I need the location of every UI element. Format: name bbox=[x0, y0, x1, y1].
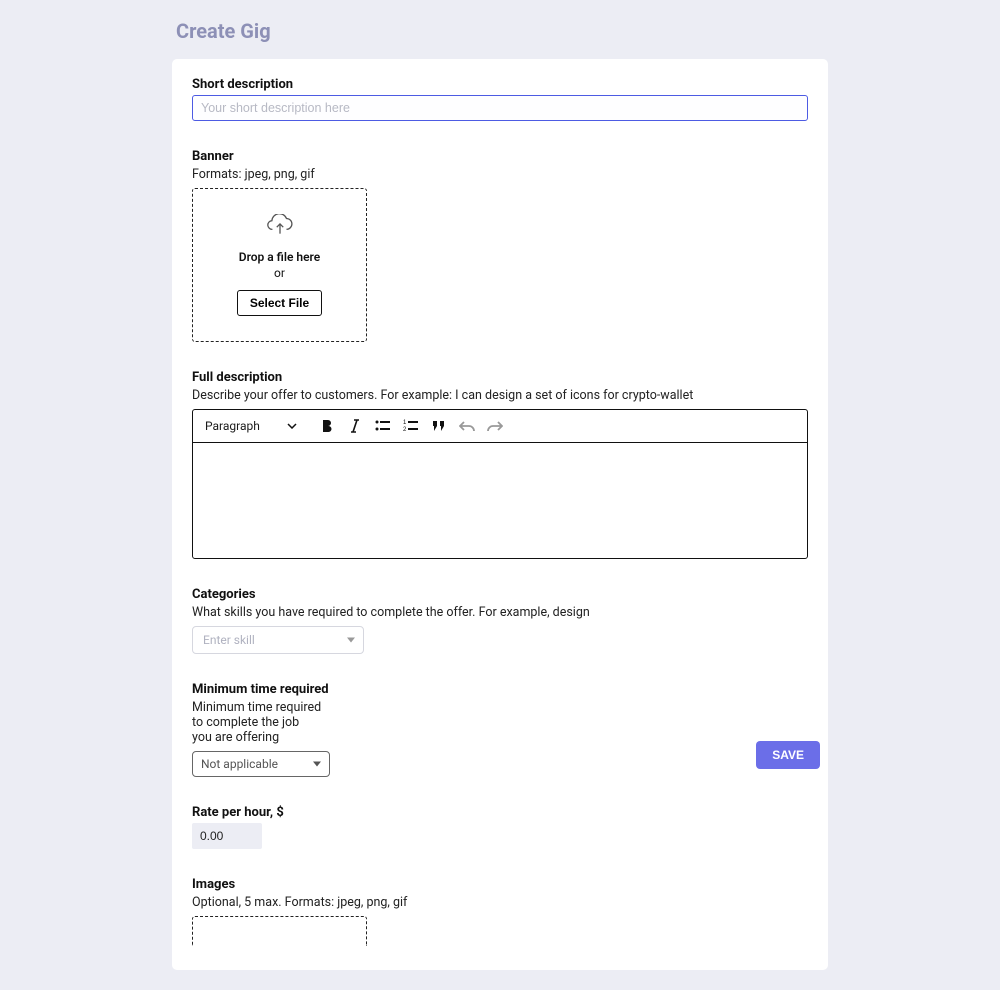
categories-help: What skills you have required to complet… bbox=[192, 605, 808, 620]
svg-text:2: 2 bbox=[403, 427, 407, 433]
rate-input[interactable] bbox=[192, 823, 262, 849]
caret-down-icon bbox=[347, 638, 355, 643]
redo-button[interactable] bbox=[483, 415, 507, 437]
undo-button[interactable] bbox=[455, 415, 479, 437]
images-help: Optional, 5 max. Formats: jpeg, png, gif bbox=[192, 895, 808, 910]
images-upload-dropzone[interactable] bbox=[192, 916, 367, 946]
create-gig-form: Short description Banner Formats: jpeg, … bbox=[172, 59, 828, 970]
full-description-help: Describe your offer to customers. For ex… bbox=[192, 388, 808, 403]
full-description-field: Full description Describe your offer to … bbox=[192, 370, 808, 559]
cloud-upload-icon bbox=[267, 214, 293, 236]
bold-button[interactable] bbox=[315, 415, 339, 437]
numbered-list-icon: 12 bbox=[403, 419, 419, 433]
page-title: Create Gig bbox=[0, 0, 1000, 59]
paragraph-style-label: Paragraph bbox=[205, 419, 260, 433]
categories-label: Categories bbox=[192, 587, 808, 602]
chevron-down-icon bbox=[287, 423, 297, 429]
editor-toolbar: Paragraph 12 bbox=[193, 410, 807, 443]
banner-field: Banner Formats: jpeg, png, gif Drop a fi… bbox=[192, 149, 808, 342]
or-text: or bbox=[274, 266, 285, 280]
short-description-field: Short description bbox=[192, 77, 808, 121]
select-file-button[interactable]: Select File bbox=[237, 290, 322, 316]
skill-placeholder: Enter skill bbox=[203, 633, 255, 647]
banner-label: Banner bbox=[192, 149, 808, 164]
banner-upload-dropzone[interactable]: Drop a file here or Select File bbox=[192, 188, 367, 342]
full-description-label: Full description bbox=[192, 370, 808, 385]
bullet-list-button[interactable] bbox=[371, 415, 395, 437]
caret-down-icon bbox=[313, 762, 321, 767]
min-time-value: Not applicable bbox=[201, 757, 278, 771]
svg-text:1: 1 bbox=[403, 420, 407, 426]
images-field: Images Optional, 5 max. Formats: jpeg, p… bbox=[192, 877, 808, 946]
short-description-input[interactable] bbox=[192, 95, 808, 121]
italic-button[interactable] bbox=[343, 415, 367, 437]
rich-text-editor: Paragraph 12 bbox=[192, 409, 808, 559]
images-label: Images bbox=[192, 877, 808, 892]
bullet-list-icon bbox=[375, 419, 391, 433]
min-time-label: Minimum time required bbox=[192, 682, 808, 697]
min-time-help: Minimum time required to complete the jo… bbox=[192, 700, 322, 745]
rate-field: Rate per hour, $ bbox=[192, 805, 808, 849]
paragraph-style-select[interactable]: Paragraph bbox=[201, 417, 301, 435]
redo-icon bbox=[487, 420, 503, 432]
categories-field: Categories What skills you have required… bbox=[192, 587, 808, 654]
blockquote-button[interactable] bbox=[427, 415, 451, 437]
short-description-label: Short description bbox=[192, 77, 808, 92]
banner-formats: Formats: jpeg, png, gif bbox=[192, 167, 808, 182]
numbered-list-button[interactable]: 12 bbox=[399, 415, 423, 437]
undo-icon bbox=[459, 420, 475, 432]
skill-input[interactable]: Enter skill bbox=[192, 626, 364, 654]
min-time-field: Minimum time required Minimum time requi… bbox=[192, 682, 808, 777]
bold-icon bbox=[320, 419, 334, 433]
drop-file-text: Drop a file here bbox=[239, 250, 320, 266]
rate-label: Rate per hour, $ bbox=[192, 805, 808, 820]
quote-icon bbox=[431, 420, 447, 432]
italic-icon bbox=[349, 419, 361, 433]
save-button[interactable]: SAVE bbox=[756, 741, 820, 769]
editor-content[interactable] bbox=[193, 443, 807, 558]
min-time-select[interactable]: Not applicable bbox=[192, 751, 330, 777]
